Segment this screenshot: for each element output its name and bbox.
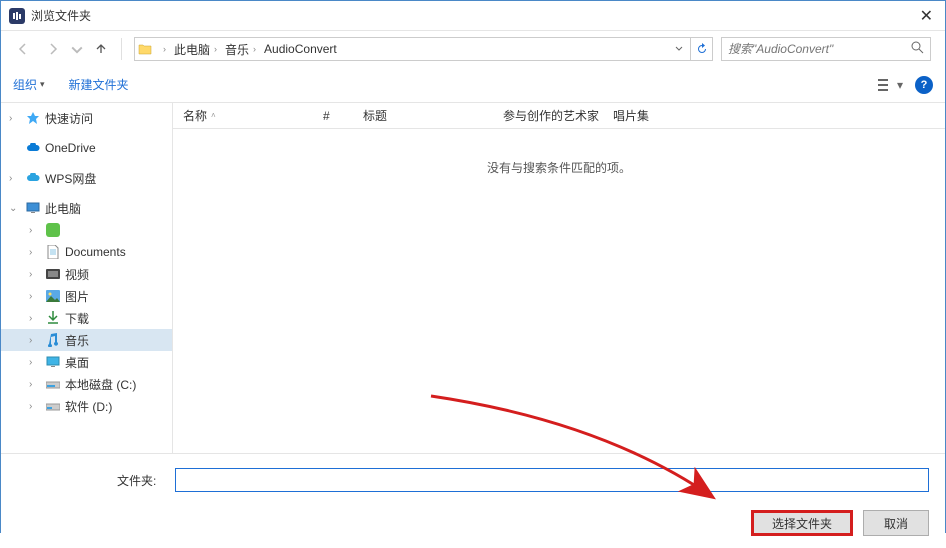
document-icon — [45, 244, 61, 260]
help-button[interactable]: ? — [915, 76, 933, 94]
tree-quick-access[interactable]: › 快速访问 — [1, 107, 172, 129]
folder-name-input[interactable] — [175, 468, 929, 492]
drive-icon — [45, 398, 61, 414]
tree-label: 软件 (D:) — [65, 398, 112, 415]
button-label: 选择文件夹 — [772, 515, 832, 532]
column-label: 标题 — [363, 107, 387, 124]
tree-label: WPS网盘 — [45, 170, 96, 187]
new-folder-label: 新建文件夹 — [69, 76, 129, 93]
column-artist[interactable]: 参与创作的艺术家 — [503, 107, 613, 124]
tree-label: Documents — [65, 245, 126, 259]
tree-unknown-green[interactable]: › — [1, 219, 172, 241]
address-history-button[interactable] — [668, 42, 690, 56]
close-button[interactable]: ✕ — [916, 6, 937, 26]
column-number[interactable]: # — [323, 109, 363, 123]
empty-state-message: 没有与搜索条件匹配的项。 — [173, 159, 945, 176]
tree-videos[interactable]: › 视频 — [1, 263, 172, 285]
view-options-button[interactable]: ▾ — [878, 78, 903, 92]
separator — [121, 38, 122, 60]
search-input[interactable] — [728, 42, 911, 56]
button-label: 取消 — [884, 515, 908, 532]
monitor-icon — [25, 200, 41, 216]
tree-documents[interactable]: › Documents — [1, 241, 172, 263]
breadcrumb-music[interactable]: 音乐› — [221, 38, 260, 60]
tree-desktop[interactable]: › 桌面 — [1, 351, 172, 373]
folder-icon — [135, 42, 155, 56]
tree-label: 下载 — [65, 310, 89, 327]
nav-forward-button[interactable] — [39, 37, 67, 61]
tree-label: 桌面 — [65, 354, 89, 371]
tree-label: 音乐 — [65, 332, 89, 349]
organize-button[interactable]: 组织▾ — [13, 76, 45, 93]
tree-onedrive[interactable]: OneDrive — [1, 137, 172, 159]
star-icon — [25, 110, 41, 126]
tree-label: 此电脑 — [45, 200, 81, 217]
cancel-button[interactable]: 取消 — [863, 510, 929, 536]
dialog-buttons: 选择文件夹 取消 — [17, 510, 929, 536]
tree-label: OneDrive — [45, 141, 96, 155]
refresh-button[interactable] — [690, 38, 712, 60]
folder-name-row: 文件夹: — [17, 468, 929, 492]
breadcrumb-audioconvert[interactable]: AudioConvert — [260, 38, 341, 60]
tree-this-pc[interactable]: ⌄ 此电脑 — [1, 197, 172, 219]
tree-pictures[interactable]: › 图片 — [1, 285, 172, 307]
column-headers: 名称˄ # 标题 参与创作的艺术家 唱片集 — [173, 103, 945, 129]
search-box[interactable] — [721, 37, 931, 61]
column-label: 唱片集 — [613, 107, 649, 124]
cloud-icon — [25, 140, 41, 156]
app-icon — [9, 8, 25, 24]
tree-music[interactable]: › 音乐 — [1, 329, 172, 351]
column-label: 参与创作的艺术家 — [503, 107, 599, 124]
download-icon — [45, 310, 61, 326]
column-name[interactable]: 名称˄ — [183, 107, 323, 124]
breadcrumb-this-pc[interactable]: 此电脑› — [170, 38, 221, 60]
select-folder-button[interactable]: 选择文件夹 — [751, 510, 853, 536]
column-title[interactable]: 标题 — [363, 107, 503, 124]
breadcrumb-label: AudioConvert — [264, 42, 337, 56]
tree-drive-d[interactable]: › 软件 (D:) — [1, 395, 172, 417]
column-label: 名称 — [183, 107, 207, 124]
breadcrumb-root[interactable]: › — [155, 38, 170, 60]
tree-label: 快速访问 — [45, 110, 93, 127]
nav-up-button[interactable] — [87, 37, 115, 61]
navigation-tree: › 快速访问 OneDrive › WPS网盘 ⌄ 此电脑 › › — [1, 103, 173, 453]
desktop-icon — [45, 354, 61, 370]
tree-local-c[interactable]: › 本地磁盘 (C:) — [1, 373, 172, 395]
organize-label: 组织 — [13, 76, 37, 93]
drive-icon — [45, 376, 61, 392]
tree-downloads[interactable]: › 下载 — [1, 307, 172, 329]
column-label: # — [323, 109, 330, 123]
breadcrumb-label: 此电脑 — [174, 41, 210, 58]
new-folder-button[interactable]: 新建文件夹 — [69, 76, 129, 93]
picture-icon — [45, 288, 61, 304]
folder-name-label: 文件夹: — [117, 472, 175, 489]
tree-label: 图片 — [65, 288, 89, 305]
video-icon — [45, 266, 61, 282]
column-album[interactable]: 唱片集 — [613, 107, 713, 124]
breadcrumb-label: 音乐 — [225, 41, 249, 58]
toolbar: 组织▾ 新建文件夹 ▾ ? — [1, 67, 945, 103]
body-area: › 快速访问 OneDrive › WPS网盘 ⌄ 此电脑 › › — [1, 103, 945, 453]
tree-label: 本地磁盘 (C:) — [65, 376, 136, 393]
window-title: 浏览文件夹 — [31, 7, 916, 24]
file-list-area: 名称˄ # 标题 参与创作的艺术家 唱片集 没有与搜索条件匹配的项。 — [173, 103, 945, 453]
navbar: › 此电脑› 音乐› AudioConvert — [1, 31, 945, 67]
address-bar[interactable]: › 此电脑› 音乐› AudioConvert — [134, 37, 713, 61]
music-icon — [45, 332, 61, 348]
search-icon — [911, 41, 924, 57]
recent-locations-button[interactable] — [69, 37, 85, 61]
app-icon — [45, 222, 61, 238]
cloud-icon — [25, 170, 41, 186]
tree-label: 视频 — [65, 266, 89, 283]
titlebar: 浏览文件夹 ✕ — [1, 1, 945, 31]
footer: 文件夹: 选择文件夹 取消 — [1, 453, 945, 548]
nav-back-button[interactable] — [9, 37, 37, 61]
tree-wps[interactable]: › WPS网盘 — [1, 167, 172, 189]
